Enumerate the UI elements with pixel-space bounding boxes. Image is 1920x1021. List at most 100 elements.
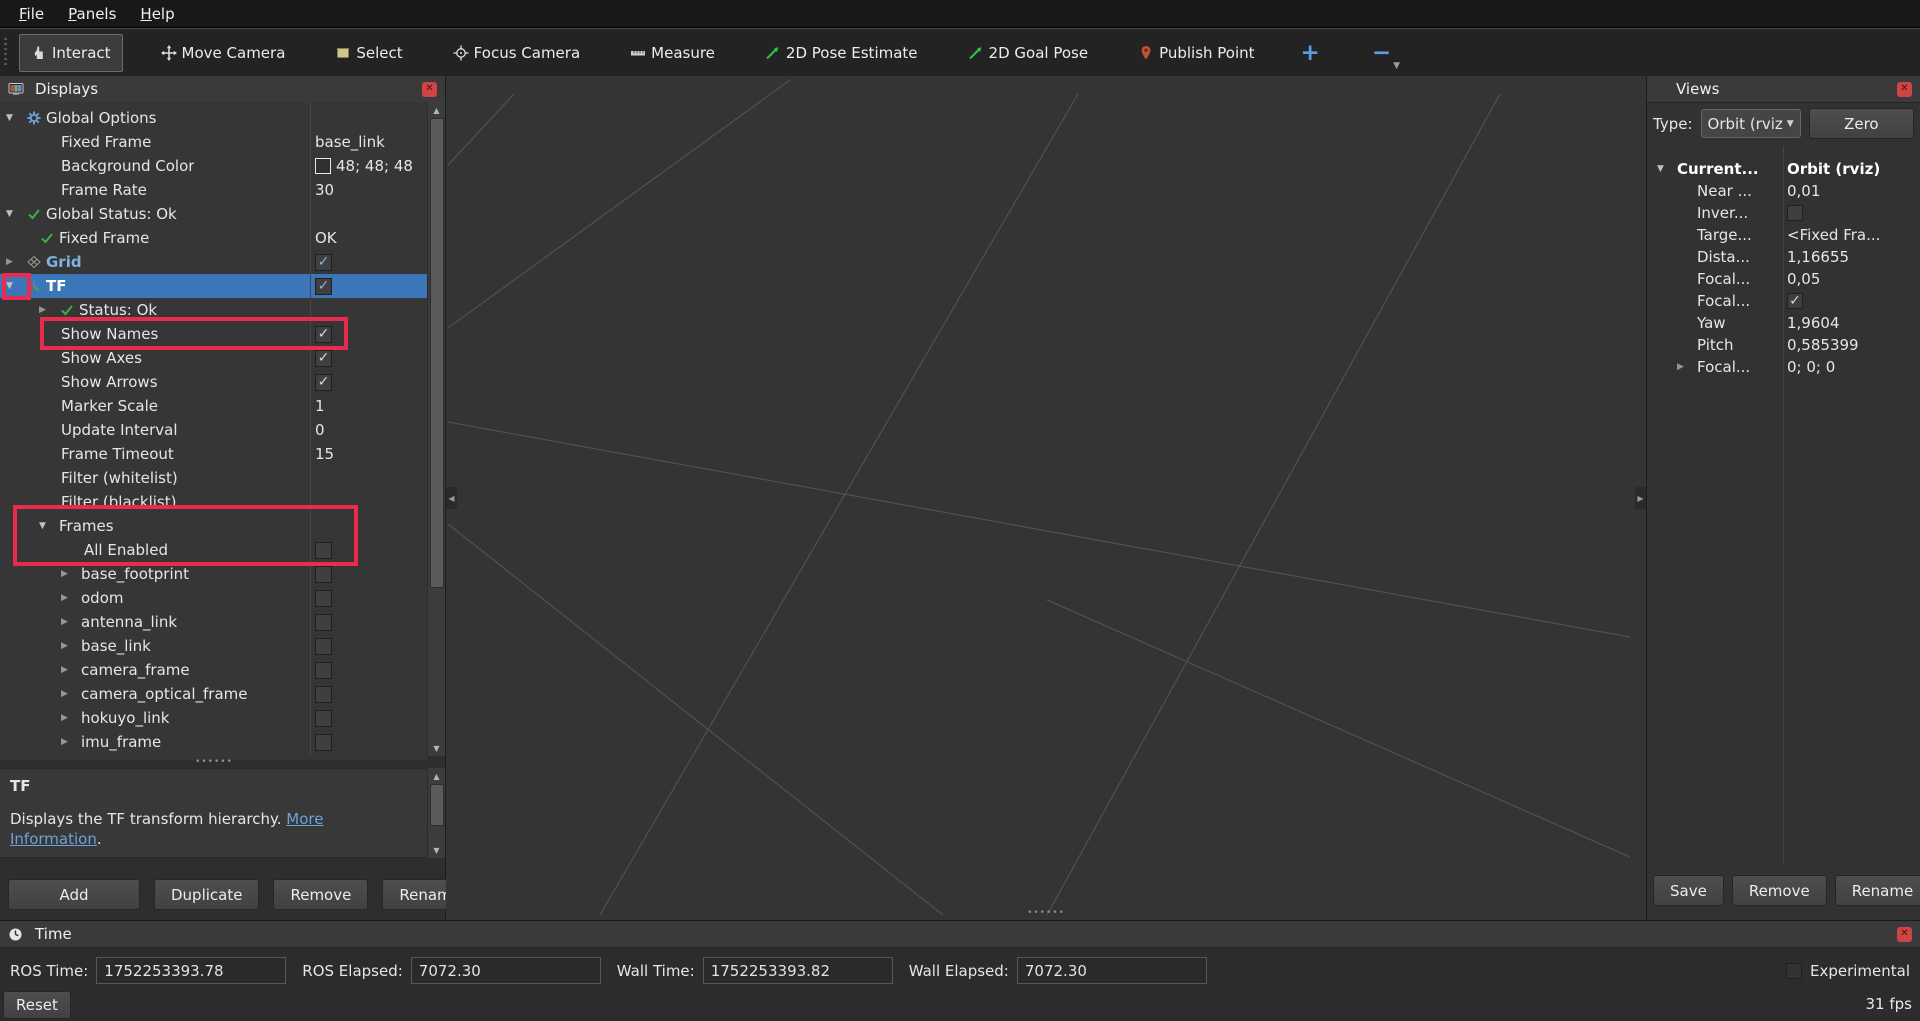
row-value[interactable]: 48; 48; 48 — [315, 157, 426, 175]
expand-right-icon[interactable]: ▶ — [61, 617, 81, 627]
scroll-up-icon[interactable]: ▲ — [433, 768, 439, 784]
display-row-all-enabled[interactable]: All Enabled — [0, 538, 428, 562]
checkbox-unchecked[interactable] — [1786, 963, 1802, 979]
scroll-down-icon[interactable]: ▼ — [433, 740, 439, 756]
expand-right-icon[interactable]: ▶ — [61, 689, 81, 699]
row-value[interactable]: 1,9604 — [1787, 314, 1919, 332]
expand-right-icon[interactable]: ▶ — [1677, 362, 1697, 372]
row-value[interactable] — [315, 542, 426, 559]
checkbox-checked[interactable]: ✓ — [315, 278, 332, 295]
expand-right-icon[interactable]: ▶ — [61, 593, 81, 603]
toolbar-dropdown-arrow-icon[interactable]: ▼ — [1393, 61, 1400, 77]
3d-viewport[interactable]: ◀ ▶ •••••• — [446, 76, 1646, 920]
zero-button[interactable]: Zero — [1809, 108, 1914, 139]
view-type-dropdown[interactable]: Orbit (rviz ▼ — [1701, 109, 1801, 138]
save-button[interactable]: Save — [1653, 875, 1724, 906]
checkbox-unchecked[interactable] — [315, 662, 332, 679]
field-value-input[interactable]: 7072.30 — [1017, 957, 1207, 984]
displays-scrollbar[interactable]: ▲ ▼ — [427, 102, 445, 756]
display-row-show-names[interactable]: Show Names✓ — [0, 322, 428, 346]
menu-panels[interactable]: Panels — [57, 2, 127, 26]
tool-button-move-camera[interactable]: Move Camera — [149, 34, 298, 72]
display-row-hokuyo-link[interactable]: ▶hokuyo_link — [0, 706, 428, 730]
expand-down-icon[interactable]: ▼ — [6, 281, 26, 291]
row-value[interactable]: Orbit (rviz) — [1787, 160, 1919, 178]
row-value[interactable]: 0,01 — [1787, 182, 1919, 200]
views-panel-header[interactable]: Views ✕ — [1647, 76, 1920, 103]
expand-right-icon[interactable]: ▶ — [6, 257, 26, 267]
row-value[interactable]: OK — [315, 229, 426, 247]
tool-button-select[interactable]: Select — [323, 34, 414, 72]
tool-button-publish-point[interactable]: Publish Point — [1126, 34, 1266, 72]
display-row-background-color[interactable]: Background Color48; 48; 48 — [0, 154, 428, 178]
checkbox-unchecked[interactable] — [315, 590, 332, 607]
remove-button[interactable]: Remove — [273, 879, 368, 910]
row-value[interactable] — [315, 662, 426, 679]
field-value-input[interactable]: 7072.30 — [411, 957, 601, 984]
panel-splitter-handle[interactable]: •••••• — [0, 757, 428, 767]
display-row-fixed-frame[interactable]: Fixed FrameOK — [0, 226, 428, 250]
expand-right-icon[interactable]: ▶ — [61, 569, 81, 579]
checkbox-unchecked[interactable] — [315, 686, 332, 703]
expand-right-icon[interactable]: ▶ — [61, 737, 81, 747]
display-row-antenna-link[interactable]: ▶antenna_link — [0, 610, 428, 634]
color-swatch[interactable] — [315, 158, 331, 174]
scrollbar-thumb[interactable] — [430, 118, 444, 588]
display-row-grid[interactable]: ▶Grid✓ — [0, 250, 428, 274]
display-row-update-interval[interactable]: Update Interval0 — [0, 418, 428, 442]
row-value[interactable]: ✓ — [1787, 293, 1919, 309]
time-panel-header[interactable]: Time ✕ — [0, 921, 1920, 948]
remove-tool-button[interactable]: − — [1372, 43, 1391, 63]
checkbox-unchecked[interactable] — [315, 542, 332, 559]
display-row-frame-timeout[interactable]: Frame Timeout15 — [0, 442, 428, 466]
display-row-show-arrows[interactable]: Show Arrows✓ — [0, 370, 428, 394]
field-value-input[interactable]: 1752253393.82 — [703, 957, 893, 984]
display-row-frame-rate[interactable]: Frame Rate30 — [0, 178, 428, 202]
display-row-filter-blacklist-[interactable]: Filter (blacklist) — [0, 490, 428, 514]
toolbar-grip-handle[interactable] — [4, 38, 11, 68]
tool-button-measure[interactable]: Measure — [618, 34, 727, 72]
expand-right-icon[interactable]: ▶ — [61, 665, 81, 675]
display-row-odom[interactable]: ▶odom — [0, 586, 428, 610]
description-scrollbar[interactable]: ▲ ▼ — [427, 768, 445, 858]
display-row-frames[interactable]: ▼Frames — [0, 514, 428, 538]
checkbox-checked[interactable]: ✓ — [315, 350, 332, 367]
display-row-camera-optical-frame[interactable]: ▶camera_optical_frame — [0, 682, 428, 706]
expand-right-icon[interactable]: ▶ — [61, 713, 81, 723]
row-value[interactable]: 15 — [315, 445, 426, 463]
row-value[interactable]: 1 — [315, 397, 426, 415]
checkbox-checked[interactable]: ✓ — [315, 254, 332, 271]
row-value[interactable]: 0,585399 — [1787, 336, 1919, 354]
display-row-show-axes[interactable]: Show Axes✓ — [0, 346, 428, 370]
close-icon[interactable]: ✕ — [1897, 82, 1912, 97]
menu-file[interactable]: File — [8, 2, 55, 26]
checkbox-unchecked[interactable] — [315, 638, 332, 655]
tool-button-focus-camera[interactable]: Focus Camera — [441, 34, 592, 72]
row-value[interactable]: 0 — [315, 421, 426, 439]
add-button[interactable]: Add — [8, 879, 140, 910]
rename-view-button[interactable]: Rename — [1835, 875, 1920, 906]
row-value[interactable]: 1,16655 — [1787, 248, 1919, 266]
row-value[interactable]: <Fixed Fra... — [1787, 226, 1919, 244]
display-row-global-status-ok[interactable]: ▼Global Status: Ok — [0, 202, 428, 226]
close-icon[interactable]: ✕ — [1897, 927, 1912, 942]
checkbox-unchecked[interactable] — [1787, 205, 1803, 221]
expand-down-icon[interactable]: ▼ — [6, 113, 26, 123]
display-row-status-ok[interactable]: ▶Status: Ok — [0, 298, 428, 322]
add-tool-button[interactable]: + — [1301, 43, 1320, 63]
collapse-left-dock-icon[interactable]: ◀ — [446, 487, 457, 509]
row-value[interactable] — [315, 686, 426, 703]
reset-button[interactable]: Reset — [3, 991, 71, 1019]
display-row-marker-scale[interactable]: Marker Scale1 — [0, 394, 428, 418]
bottom-splitter-handle[interactable]: •••••• — [446, 908, 1646, 918]
display-row-global-options[interactable]: ▼Global Options — [0, 106, 428, 130]
field-value-input[interactable]: 1752253393.78 — [96, 957, 286, 984]
checkbox-checked[interactable]: ✓ — [315, 374, 332, 391]
checkbox-unchecked[interactable] — [315, 734, 332, 751]
row-value[interactable] — [1787, 205, 1919, 221]
display-row-fixed-frame[interactable]: Fixed Framebase_link — [0, 130, 428, 154]
row-value[interactable]: 0,05 — [1787, 270, 1919, 288]
scroll-down-icon[interactable]: ▼ — [433, 842, 439, 858]
row-value[interactable] — [315, 590, 426, 607]
row-value[interactable]: ✓ — [315, 326, 426, 343]
